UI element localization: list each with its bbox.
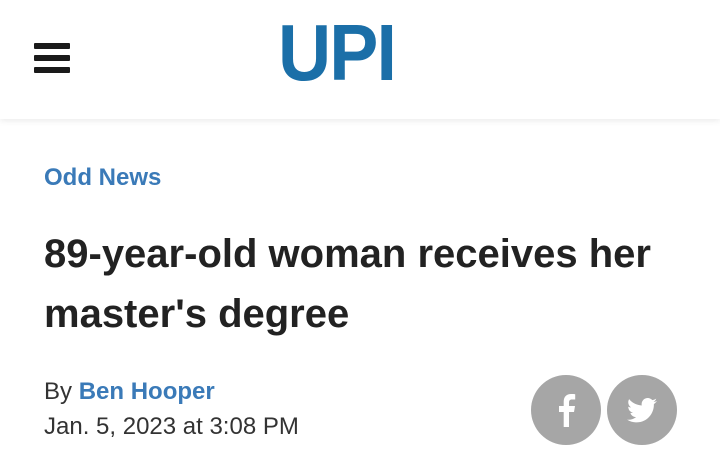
hamburger-menu-icon[interactable] bbox=[34, 43, 70, 73]
facebook-share-button[interactable] bbox=[531, 375, 601, 445]
site-header: UPI bbox=[0, 0, 720, 119]
facebook-icon bbox=[559, 394, 576, 427]
menu-bar bbox=[34, 67, 70, 73]
byline: By Ben Hooper bbox=[44, 376, 215, 408]
logo-text: UPI bbox=[278, 8, 397, 97]
menu-bar bbox=[34, 55, 70, 61]
article-headline: 89-year-old woman receives her master's … bbox=[44, 232, 651, 336]
author-link[interactable]: Ben Hooper bbox=[79, 378, 215, 405]
menu-bar bbox=[34, 43, 70, 49]
category-link[interactable]: Odd News bbox=[44, 164, 161, 192]
upi-logo[interactable]: UPI bbox=[278, 12, 411, 94]
twitter-icon bbox=[627, 397, 657, 422]
byline-prefix: By bbox=[44, 378, 73, 405]
twitter-share-button[interactable] bbox=[607, 375, 677, 445]
article-date: Jan. 5, 2023 at 3:08 PM bbox=[44, 413, 299, 440]
